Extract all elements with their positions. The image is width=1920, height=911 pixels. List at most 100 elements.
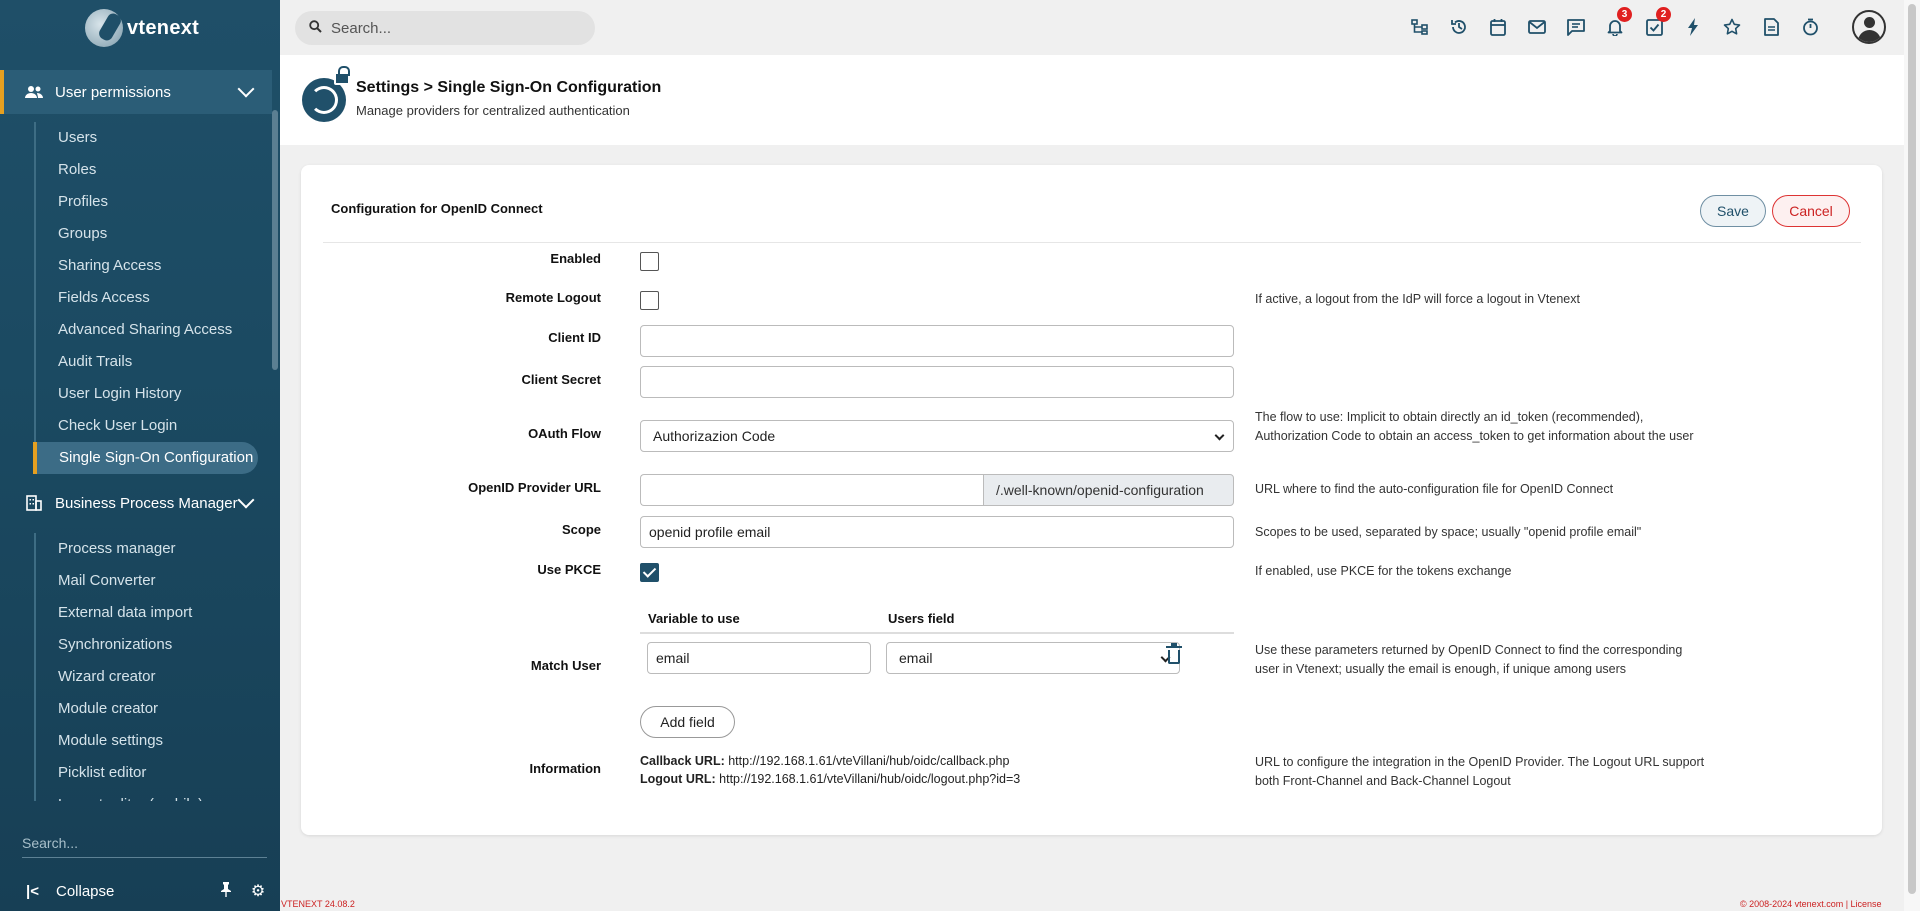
gear-icon[interactable]: ⚙	[248, 881, 268, 901]
main-scrollbar[interactable]	[1904, 0, 1920, 911]
chat-icon[interactable]	[1563, 14, 1589, 40]
document-icon[interactable]	[1758, 14, 1784, 40]
calendar-icon[interactable]	[1485, 14, 1511, 40]
sidebar-search-input[interactable]: Search...	[22, 828, 267, 858]
logo[interactable]: vtenext	[85, 6, 199, 50]
timer-icon[interactable]	[1797, 14, 1823, 40]
oauth-flow-help: The flow to use: Implicit to obtain dire…	[1255, 410, 1694, 443]
star-icon[interactable]	[1719, 14, 1745, 40]
match-user-label: Match User	[530, 658, 601, 673]
search-input[interactable]	[331, 19, 591, 37]
delete-row-icon[interactable]	[1163, 642, 1185, 668]
save-button[interactable]: Save	[1700, 195, 1766, 227]
remote-logout-checkbox[interactable]	[640, 291, 659, 310]
cancel-button[interactable]: Cancel	[1772, 195, 1850, 227]
users-field-select[interactable]: email	[886, 642, 1180, 674]
client-secret-label: Client Secret	[521, 372, 601, 387]
tasks-icon[interactable]: 2	[1641, 7, 1671, 40]
bell-icon[interactable]: 3	[1602, 7, 1632, 40]
callback-url-value[interactable]: http://192.168.1.61/vteVillani/hub/oidc/…	[728, 754, 1009, 768]
client-secret-input[interactable]	[640, 366, 1234, 398]
page-title: Settings > Single Sign-On Configuration	[356, 79, 662, 96]
use-pkce-checkbox[interactable]	[640, 563, 659, 582]
use-pkce-label: Use PKCE	[537, 562, 601, 577]
sidebar-item-advanced-sharing-access[interactable]: Advanced Sharing Access	[36, 314, 272, 346]
hierarchy-icon[interactable]	[1407, 14, 1433, 40]
version-label: VTENEXT 24.08.2	[281, 899, 355, 909]
sidebar-item-roles[interactable]: Roles	[36, 154, 272, 186]
tasks-badge: 2	[1656, 7, 1671, 22]
sidebar-item-module-creator[interactable]: Module creator	[36, 693, 272, 725]
use-pkce-help: If enabled, use PKCE for the tokens exch…	[1255, 564, 1512, 578]
client-id-label: Client ID	[548, 330, 601, 345]
sso-globe-lock-icon	[302, 66, 350, 122]
sidebar-item-audit-trails[interactable]: Audit Trails	[36, 346, 272, 378]
scrollbar-thumb[interactable]	[1908, 4, 1916, 894]
copyright-label[interactable]: © 2008-2024 vtenext.com | License	[1740, 899, 1882, 909]
building-icon	[24, 495, 44, 511]
sidebar-item-groups[interactable]: Groups	[36, 218, 272, 250]
sidebar-item-sso-configuration[interactable]: Single Sign-On Configuration	[33, 442, 258, 474]
page-subtitle: Manage providers for centralized authent…	[356, 103, 630, 118]
brand-name: vtenext	[127, 16, 200, 39]
client-id-input[interactable]	[640, 325, 1234, 357]
enabled-checkbox[interactable]	[640, 252, 659, 271]
avatar-body-shape	[1858, 30, 1881, 42]
sso-config-card: Configuration for OpenID Connect Save Ca…	[301, 165, 1882, 835]
sidebar-item-check-user-login[interactable]: Check User Login	[36, 410, 272, 442]
page-header: Settings > Single Sign-On Configuration …	[280, 55, 1904, 145]
users-icon	[24, 84, 44, 100]
sidebar-section-user-permissions[interactable]: User permissions	[0, 70, 272, 114]
sidebar-item-process-manager[interactable]: Process manager	[36, 533, 272, 565]
users-field-value: email	[899, 650, 933, 666]
oauth-flow-value: Authorizazion Code	[653, 428, 776, 444]
logout-url-value[interactable]: http://192.168.1.61/vteVillani/hub/oidc/…	[719, 772, 1020, 786]
mail-icon[interactable]	[1524, 14, 1550, 40]
sidebar-item-picklist-editor[interactable]: Picklist editor	[36, 757, 272, 789]
sidebar: vtenext User permissions Users Roles Pro…	[0, 0, 280, 911]
lightning-icon[interactable]	[1680, 14, 1706, 40]
trash-lid-shape	[1166, 643, 1182, 648]
sidebar-item-layout-editor[interactable]: Layout editor (mobile)	[36, 789, 272, 801]
collapse-button[interactable]: Collapse	[56, 883, 216, 900]
sidebar-item-mail-converter[interactable]: Mail Converter	[36, 565, 272, 597]
sidebar-scrollbar[interactable]	[272, 110, 278, 370]
sidebar-item-module-settings[interactable]: Module settings	[36, 725, 272, 757]
collapse-icon[interactable]: |<	[26, 883, 40, 900]
sidebar-item-synchronizations[interactable]: Synchronizations	[36, 629, 272, 661]
sidebar-item-fields-access[interactable]: Fields Access	[36, 282, 272, 314]
sidebar-item-sharing-access[interactable]: Sharing Access	[36, 250, 272, 282]
user-avatar[interactable]	[1852, 10, 1886, 44]
sidebar-item-external-data-import[interactable]: External data import	[36, 597, 272, 629]
dolphin-logo-icon	[85, 9, 123, 47]
callback-url-line: Callback URL: http://192.168.1.61/vteVil…	[640, 754, 1009, 768]
match-variable-input[interactable]	[647, 642, 871, 674]
global-search[interactable]	[295, 11, 595, 45]
lock-icon	[334, 66, 350, 85]
provider-url-input[interactable]	[640, 474, 984, 506]
provider-url-suffix: /.well-known/openid-configuration	[983, 474, 1234, 506]
history-icon[interactable]	[1446, 14, 1472, 40]
information-help: URL to configure the integration in the …	[1255, 755, 1705, 788]
scope-help: Scopes to be used, separated by space; u…	[1255, 525, 1642, 539]
remote-logout-label: Remote Logout	[505, 290, 601, 305]
sidebar-item-users[interactable]: Users	[36, 122, 272, 154]
provider-url-label: OpenID Provider URL	[468, 480, 601, 495]
callback-url-label: Callback URL:	[640, 754, 725, 768]
scope-input[interactable]	[640, 516, 1234, 548]
match-user-help: Use these parameters returned by OpenID …	[1255, 643, 1683, 676]
oauth-flow-select[interactable]: Authorizazion Code	[640, 420, 1234, 452]
add-field-button[interactable]: Add field	[640, 706, 735, 738]
sidebar-item-profiles[interactable]: Profiles	[36, 186, 272, 218]
trash-bin-shape	[1168, 650, 1180, 664]
card-title: Configuration for OpenID Connect	[331, 201, 543, 216]
notification-badge: 3	[1617, 7, 1632, 22]
chevron-down-icon	[237, 491, 255, 509]
sidebar-section-business-process-manager[interactable]: Business Process Manager	[0, 481, 272, 525]
bpm-submenu: Process manager Mail Converter External …	[34, 533, 272, 801]
logout-url-line: Logout URL: http://192.168.1.61/vteVilla…	[640, 772, 1020, 786]
sidebar-item-wizard-creator[interactable]: Wizard creator	[36, 661, 272, 693]
pin-icon[interactable]	[216, 881, 236, 902]
sidebar-item-user-login-history[interactable]: User Login History	[36, 378, 272, 410]
user-permissions-submenu: Users Roles Profiles Groups Sharing Acce…	[33, 122, 272, 474]
